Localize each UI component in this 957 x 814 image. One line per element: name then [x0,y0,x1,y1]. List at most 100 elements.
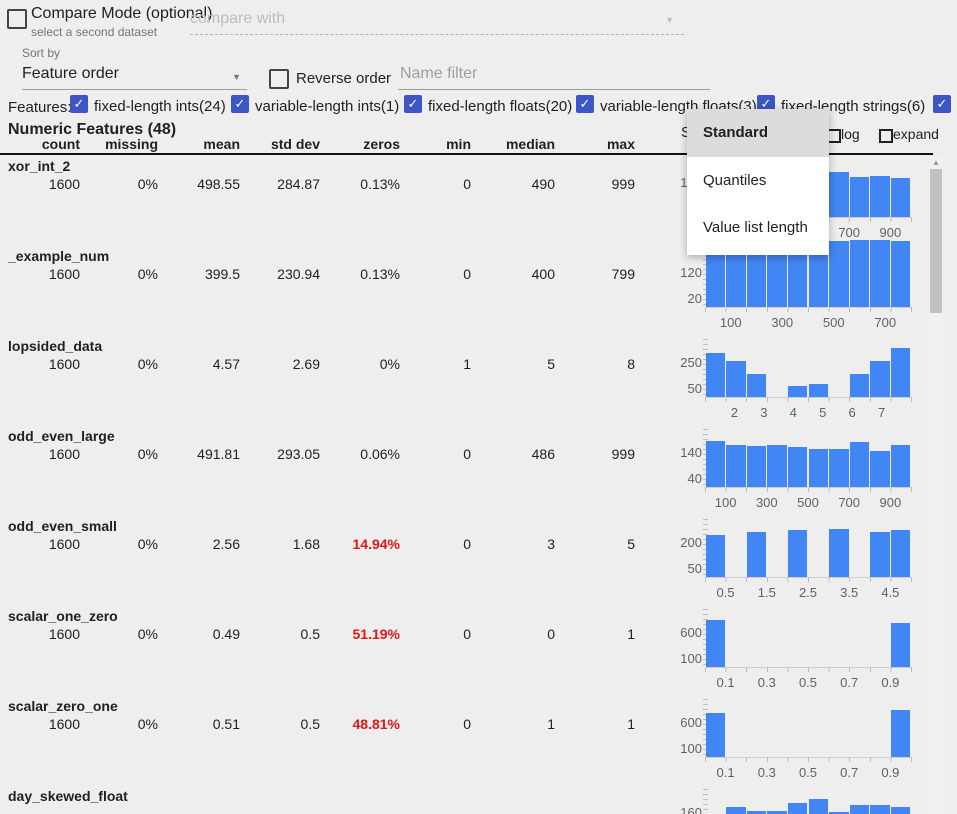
histogram-bar [788,530,808,577]
histogram-bar [726,445,746,487]
x-axis-label: 100 [711,315,751,330]
histogram-bar [870,805,890,814]
y-axis-label: 100 [660,651,702,666]
compare-with-select[interactable]: compare with ▼ [190,8,684,35]
feature-row: odd_even_small 1600 0% 2.56 1.68 14.94% … [0,515,957,605]
column-header-missing: missing [90,136,158,152]
feature-type-checkbox[interactable]: ✓ [404,95,422,113]
y-axis-label: 40 [660,471,702,486]
compare-mode-checkbox[interactable] [7,9,27,29]
histogram-bar [706,620,726,667]
cell-missing: 0% [90,536,158,552]
y-axis-label: 140 [660,445,702,460]
cell-median: 490 [480,176,555,192]
scroll-up-icon[interactable]: ▲ [929,158,943,167]
x-axis-label: 0.1 [706,675,746,690]
histogram-bar [850,374,870,397]
cell-stddev: 1.68 [250,536,320,552]
scrollbar[interactable]: ▲ [929,157,943,814]
expand-label: expand [893,126,939,142]
histogram-bar [829,449,849,487]
feature-histogram: 6001000.10.30.50.70.9 [660,605,924,695]
histogram-bar [870,451,890,487]
x-axis-label: 0.9 [870,765,910,780]
cell-zeros: 0.13% [330,176,400,192]
column-header-zeros: zeros [330,136,400,152]
feature-row: scalar_zero_one 1600 0% 0.51 0.5 48.81% … [0,695,957,785]
x-axis-label: 500 [814,315,854,330]
cell-count: 1600 [0,266,80,282]
y-axis-label: 600 [660,715,702,730]
cell-max: 799 [560,266,635,282]
x-axis-label: 0.5 [788,675,828,690]
cell-median: 5 [480,356,555,372]
feature-name: odd_even_small [8,518,117,534]
y-axis-label: 200 [660,535,702,550]
x-axis-label: 700 [829,495,869,510]
cell-max: 1 [560,626,635,642]
histogram-bar [850,442,870,487]
cell-mean: 491.81 [170,446,240,462]
cell-min: 0 [405,446,471,462]
menu-item-quantiles[interactable]: Quantiles [687,157,829,204]
features-label: Features: [8,99,71,116]
sort-order-select[interactable]: Feature order ▼ [22,62,247,90]
x-axis-label: 300 [747,495,787,510]
feature-histogram: 6001000.10.30.50.70.9 [660,695,924,785]
feature-type-label: fixed-length ints(24) [94,98,226,115]
y-axis-label: 250 [660,355,702,370]
menu-item-value-list-length[interactable]: Value list length [687,204,829,251]
cell-count: 1600 [0,716,80,732]
log-checkbox[interactable] [827,129,841,143]
cell-missing: 0% [90,266,158,282]
cell-stddev: 284.87 [250,176,320,192]
x-axis-label: 0.7 [829,675,869,690]
histogram-bar [870,532,890,577]
cell-min: 0 [405,716,471,732]
x-axis-ticks [705,577,912,582]
feature-type-checkbox[interactable]: ✓ [231,95,249,113]
histogram-bar [706,441,726,487]
menu-item-standard[interactable]: Standard [687,109,829,157]
scrollbar-thumb[interactable] [930,169,942,313]
cell-median: 400 [480,266,555,282]
cell-missing: 0% [90,446,158,462]
cell-count: 1600 [0,446,80,462]
feature-type-checkbox[interactable]: ✓ [70,95,88,113]
name-filter-placeholder: Name filter [400,65,477,83]
column-header-min: min [405,136,471,152]
cell-missing: 0% [90,626,158,642]
sort-order-value: Feature order [22,65,119,83]
cell-median: 3 [480,536,555,552]
reverse-order-checkbox[interactable] [269,69,289,89]
cell-mean: 2.56 [170,536,240,552]
x-axis-label: 3.5 [829,585,869,600]
feature-name: day_skewed_float [8,788,128,804]
y-axis-label: 160 [660,805,702,814]
feature-type-checkbox[interactable]: ✓ [576,95,594,113]
cell-count: 1600 [0,176,80,192]
feature-histogram: 25050234567 [660,335,924,425]
column-header-stddev: std dev [250,136,320,152]
x-axis-label: 0.5 [788,765,828,780]
cell-missing: 0% [90,716,158,732]
histogram-bar [747,374,767,397]
histogram-bar [891,623,911,667]
feature-name: _example_num [8,248,109,264]
expand-checkbox[interactable] [879,129,893,143]
x-axis-label: 0.7 [829,765,869,780]
cell-missing: 0% [90,176,158,192]
histogram-bar [809,799,829,814]
cell-min: 0 [405,626,471,642]
feature-row: day_skewed_float 160 [0,785,957,814]
cell-min: 0 [405,536,471,552]
facets-overview-app: Compare Mode (optional) select a second … [0,0,957,814]
feature-type-checkbox[interactable]: ✓ [933,95,951,113]
x-axis-ticks [705,397,912,402]
x-axis-label: 2.5 [788,585,828,600]
cell-count: 1600 [0,536,80,552]
name-filter-input[interactable]: Name filter [398,62,710,90]
cell-max: 999 [560,176,635,192]
histogram-bar [706,535,726,577]
cell-stddev: 0.5 [250,716,320,732]
